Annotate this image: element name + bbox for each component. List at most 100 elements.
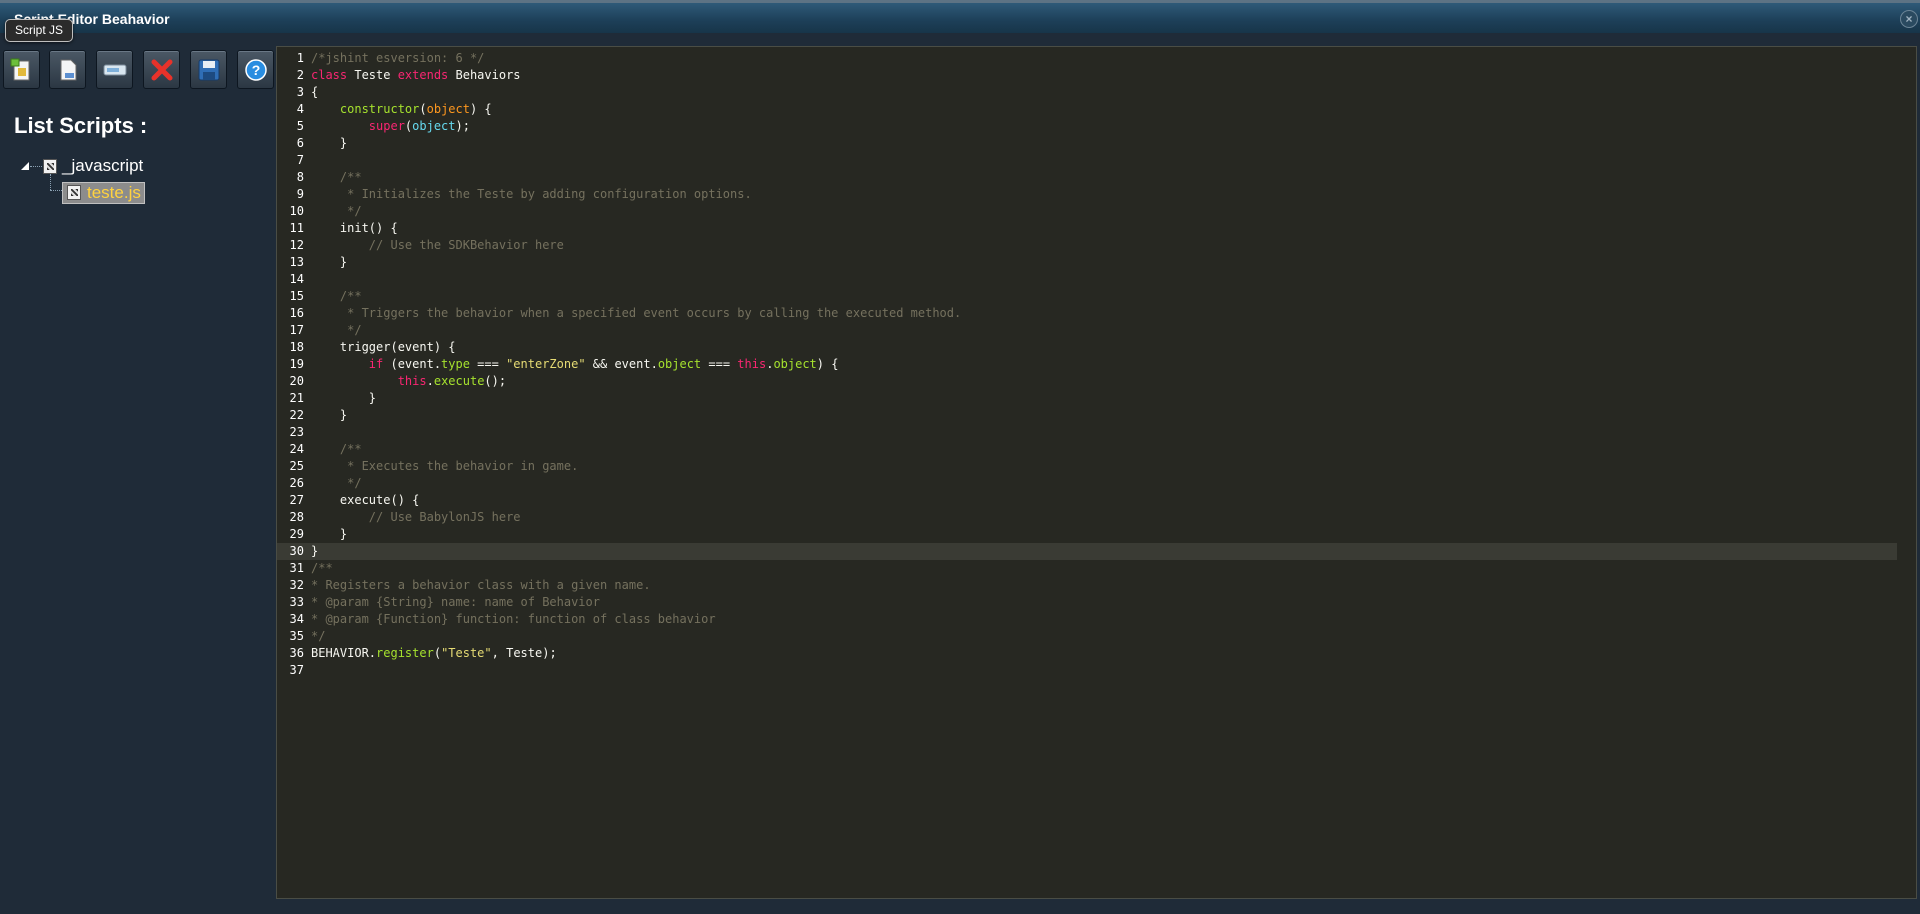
code-line[interactable]: 17 */ xyxy=(277,322,1916,339)
code-line[interactable]: 33 * @param {String} name: name of Behavi… xyxy=(277,594,1916,611)
tree-file-item[interactable]: teste.js xyxy=(62,182,145,204)
code-text: constructor(object) { xyxy=(311,101,492,118)
line-number: 32 xyxy=(289,578,304,592)
line-number: 33 xyxy=(289,595,304,609)
code-token: this xyxy=(737,357,767,371)
line-number: 16 xyxy=(289,306,304,320)
line-number: 18 xyxy=(289,340,304,354)
line-number: 6 xyxy=(296,136,304,150)
code-line[interactable]: 20 this.execute(); xyxy=(277,373,1916,390)
code-token: register xyxy=(376,646,434,660)
list-scripts-title: List Scripts : xyxy=(14,113,148,138)
code-line[interactable]: 9 * Initializes the Teste by adding conf… xyxy=(277,186,1916,203)
new-file-icon xyxy=(60,59,77,81)
code-text: */ xyxy=(311,203,361,220)
rename-button[interactable] xyxy=(96,50,133,89)
line-number: 12 xyxy=(289,238,304,252)
rename-icon xyxy=(103,64,127,76)
code-token: */ xyxy=(311,323,362,337)
code-text: } xyxy=(311,390,376,407)
code-token: object xyxy=(412,119,456,133)
code-text: */ xyxy=(311,322,362,339)
code-line[interactable]: 8 /** xyxy=(277,169,1916,186)
code-line[interactable]: 4 constructor(object) { xyxy=(277,101,1916,118)
code-text: /** xyxy=(311,169,362,186)
code-text: /*jshint esversion: 6 */ xyxy=(311,50,484,67)
line-number: 14 xyxy=(289,272,304,286)
line-number: 3 xyxy=(296,85,304,99)
code-line[interactable]: 18 trigger(event) { xyxy=(277,339,1916,356)
code-line[interactable]: 31 /** xyxy=(277,560,1916,577)
new-script-button[interactable] xyxy=(3,50,40,89)
code-token: /** xyxy=(311,442,362,456)
code-token: // Use BabylonJS here xyxy=(311,510,521,524)
code-line[interactable]: 1 /*jshint esversion: 6 */ xyxy=(277,50,1916,67)
code-line[interactable]: 26 */ xyxy=(277,475,1916,492)
folder-icon xyxy=(43,159,57,174)
code-line[interactable]: 16 * Triggers the behavior when a specif… xyxy=(277,305,1916,322)
code-line[interactable]: 19 if (event.type === "enterZone" && eve… xyxy=(277,356,1916,373)
code-line[interactable]: 2 class Teste extends Behaviors xyxy=(277,67,1916,84)
code-line[interactable]: 35 */ xyxy=(277,628,1916,645)
code-line[interactable]: 5 super(object); xyxy=(277,118,1916,135)
code-token: ( xyxy=(433,646,442,660)
new-file-button[interactable] xyxy=(49,50,86,89)
line-number: 24 xyxy=(289,442,304,456)
line-number: 25 xyxy=(289,459,304,473)
code-editor[interactable]: 1 /*jshint esversion: 6 */ 2 class Teste ex… xyxy=(276,46,1917,899)
code-line[interactable]: 21 } xyxy=(277,390,1916,407)
code-text: * @param {String} name: name of Behavior xyxy=(311,594,600,611)
code-text: } xyxy=(311,407,347,424)
line-number: 36 xyxy=(289,646,304,660)
line-number: 35 xyxy=(289,629,304,643)
code-token: } xyxy=(311,255,348,269)
code-line[interactable]: 6 } xyxy=(277,135,1916,152)
code-line[interactable]: 28 // Use BabylonJS here xyxy=(277,509,1916,526)
code-text: init() { xyxy=(311,220,398,237)
code-token: Teste xyxy=(347,68,398,82)
code-line[interactable]: 30} xyxy=(277,543,1897,560)
help-button[interactable]: ? xyxy=(237,50,274,89)
code-line[interactable]: 23 xyxy=(277,424,1916,441)
close-icon[interactable]: × xyxy=(1900,10,1918,28)
code-line[interactable]: 7 xyxy=(277,152,1916,169)
line-number: 1 xyxy=(296,51,304,65)
code-line[interactable]: 10 */ xyxy=(277,203,1916,220)
delete-button[interactable] xyxy=(143,50,180,89)
save-icon xyxy=(198,59,220,81)
tree-file-label: teste.js xyxy=(87,183,141,202)
code-line[interactable]: 22 } xyxy=(277,407,1916,424)
code-line[interactable]: 12 // Use the SDKBehavior here xyxy=(277,237,1916,254)
code-line[interactable]: 36 BEHAVIOR.register("Teste", Teste); xyxy=(277,645,1916,662)
code-text: this.execute(); xyxy=(311,373,506,390)
script-file-icon xyxy=(67,185,81,200)
tree-connector xyxy=(50,174,51,190)
code-token: /** xyxy=(311,170,362,184)
line-number: 21 xyxy=(289,391,304,405)
line-number: 4 xyxy=(296,102,304,116)
tree-folder-label[interactable]: _javascript xyxy=(62,156,143,176)
code-line[interactable]: 3{ xyxy=(277,84,1916,101)
code-token: this xyxy=(397,374,427,388)
save-button[interactable] xyxy=(190,50,227,89)
code-line[interactable]: 13 } xyxy=(277,254,1916,271)
code-line[interactable]: 11 init() { xyxy=(277,220,1916,237)
code-line[interactable]: 25 * Executes the behavior in game. xyxy=(277,458,1916,475)
code-token: trigger(event) { xyxy=(311,340,456,354)
code-line[interactable]: 34 * @param {Function} function: function… xyxy=(277,611,1916,628)
code-token: * Triggers the behavior when a specified… xyxy=(311,306,962,320)
code-line[interactable]: 37 xyxy=(277,662,1916,679)
code-text: } xyxy=(311,543,318,560)
code-line[interactable]: 15 /** xyxy=(277,288,1916,305)
code-line[interactable]: 29 } xyxy=(277,526,1916,543)
code-token: type xyxy=(441,357,470,371)
collapse-toggle-icon[interactable] xyxy=(20,161,30,171)
line-number: 19 xyxy=(289,357,304,371)
code-line[interactable]: 32 * Registers a behavior class with a gi… xyxy=(277,577,1916,594)
code-line[interactable]: 27 execute() { xyxy=(277,492,1916,509)
code-line[interactable]: 14 xyxy=(277,271,1916,288)
code-line[interactable]: 24 /** xyxy=(277,441,1916,458)
line-number: 2 xyxy=(296,68,304,82)
code-text: * Registers a behavior class with a give… xyxy=(311,577,651,594)
code-token: ); xyxy=(455,119,470,133)
